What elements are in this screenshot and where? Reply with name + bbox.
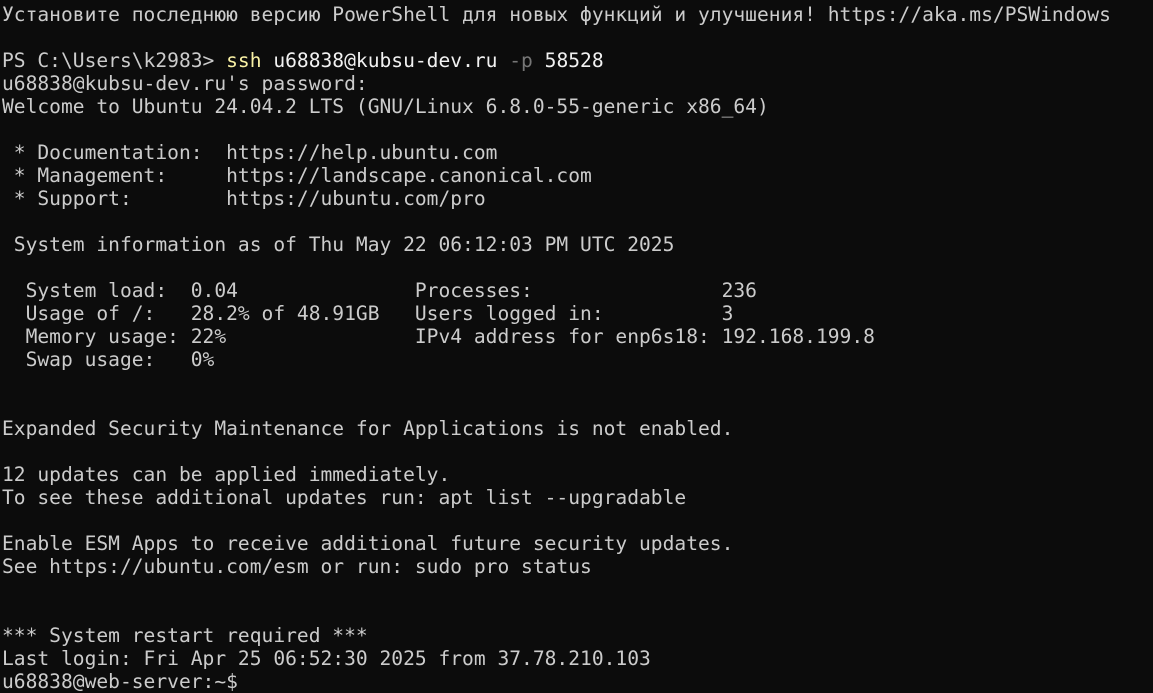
port-value: 58528: [532, 49, 604, 72]
updates-hint: To see these additional updates run: apt…: [2, 486, 687, 509]
text-cursor: [238, 672, 249, 691]
restart-required: *** System restart required ***: [2, 624, 368, 647]
shell-prompt-line[interactable]: u68838@web-server:~$: [2, 670, 1152, 691]
ssh-host-arg: u68838@kubsu-dev.ru: [261, 49, 510, 72]
documentation-line: * Documentation: https://help.ubuntu.com: [2, 141, 498, 164]
welcome-message: Welcome to Ubuntu 24.04.2 LTS (GNU/Linux…: [2, 95, 769, 118]
sysinfo-row: Swap usage: 0%: [2, 348, 215, 371]
powershell-banner: Установите последнюю версию PowerShell д…: [2, 3, 1111, 26]
support-line: * Support: https://ubuntu.com/pro: [2, 187, 486, 210]
sysinfo-row: Usage of /: 28.2% of 48.91GB Users logge…: [2, 302, 734, 325]
sysinfo-header: System information as of Thu May 22 06:1…: [2, 233, 675, 256]
shell-prompt: u68838@web-server:~$: [2, 670, 238, 691]
sysinfo-row: Memory usage: 22% IPv4 address for enp6s…: [2, 325, 875, 348]
password-prompt: u68838@kubsu-dev.ru's password:: [2, 72, 368, 95]
esm-apps-hint: See https://ubuntu.com/esm or run: sudo …: [2, 555, 592, 578]
terminal-output[interactable]: Установите последнюю версию PowerShell д…: [2, 3, 1152, 691]
ssh-command-line: PS C:\Users\k2983> ssh u68838@kubsu-dev.…: [2, 49, 1152, 72]
last-login: Last login: Fri Apr 25 06:52:30 2025 fro…: [2, 647, 651, 670]
esm-apps-notice: Enable ESM Apps to receive additional fu…: [2, 532, 734, 555]
powershell-prompt: PS C:\Users\k2983>: [2, 49, 227, 72]
updates-count: 12 updates can be applied immediately.: [2, 463, 451, 486]
management-line: * Management: https://landscape.canonica…: [2, 164, 592, 187]
esm-notice: Expanded Security Maintenance for Applic…: [2, 417, 734, 440]
port-flag: -p: [509, 49, 533, 72]
sysinfo-row: System load: 0.04 Processes: 236: [2, 279, 757, 302]
ssh-command: ssh: [226, 49, 262, 72]
